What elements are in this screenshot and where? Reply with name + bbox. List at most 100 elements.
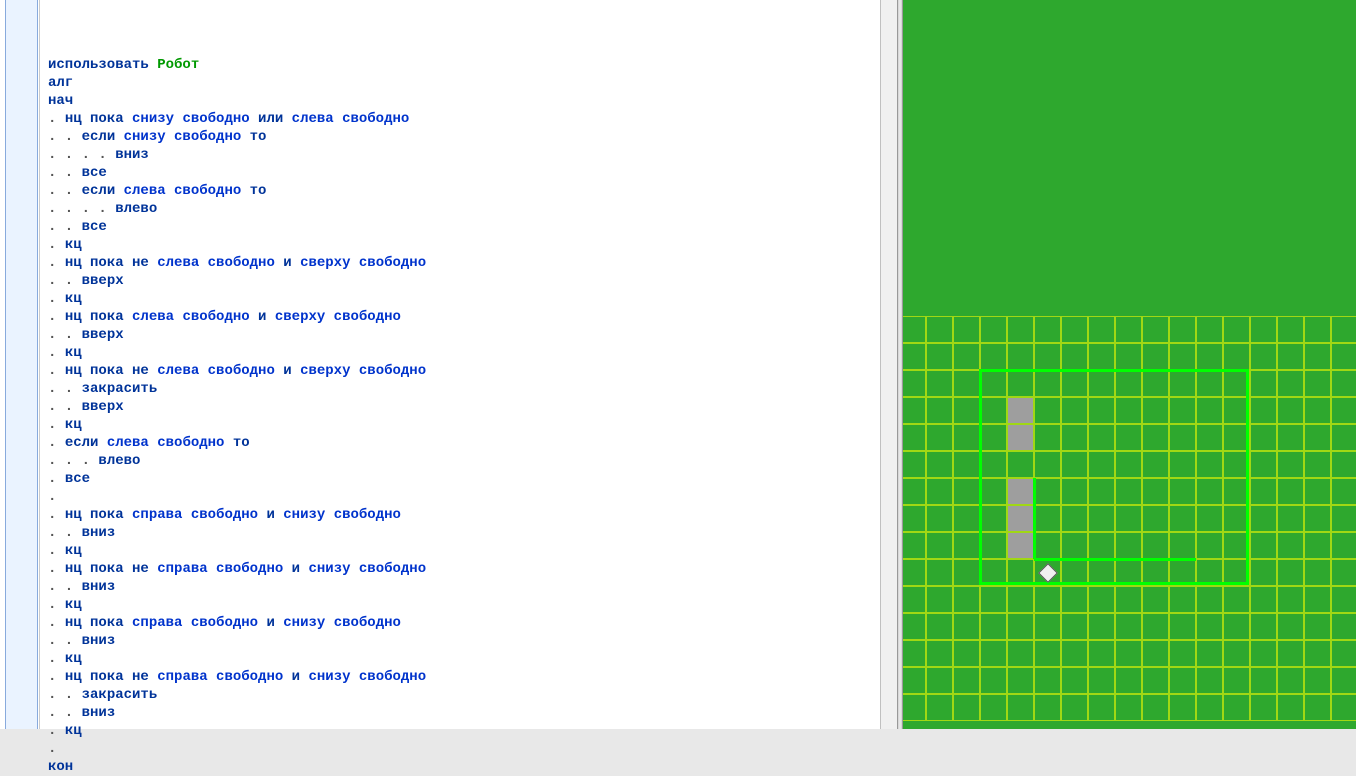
grid-cell <box>1277 451 1304 478</box>
grid-cell <box>1034 316 1061 343</box>
code-line[interactable]: . кц <box>48 344 880 362</box>
token-cond: справа свободно <box>132 507 258 523</box>
token-dot: . <box>48 669 65 685</box>
token-dot: . . <box>48 273 82 289</box>
code-line[interactable]: . нц пока не слева свободно и сверху сво… <box>48 254 880 272</box>
grid-cell <box>1142 694 1169 721</box>
code-line[interactable]: . . вниз <box>48 578 880 596</box>
code-line[interactable]: . . закрасить <box>48 686 880 704</box>
code-line[interactable]: . нц пока не справа свободно и снизу сво… <box>48 668 880 686</box>
code-line[interactable]: . . если слева свободно то <box>48 182 880 200</box>
code-line[interactable]: . <box>48 740 880 758</box>
token-dot: . <box>48 435 65 451</box>
grid-cell <box>953 640 980 667</box>
code-line[interactable]: . нц пока справа свободно и снизу свобод… <box>48 614 880 632</box>
code-line[interactable]: . . вниз <box>48 704 880 722</box>
code-line[interactable]: . . все <box>48 218 880 236</box>
code-line[interactable]: кон <box>48 758 880 776</box>
code-line[interactable]: . нц пока слева свободно и сверху свобод… <box>48 308 880 326</box>
code-line[interactable]: . кц <box>48 722 880 740</box>
grid-cell <box>1223 343 1250 370</box>
grid-cell <box>953 451 980 478</box>
code-line[interactable]: . . если снизу свободно то <box>48 128 880 146</box>
grid-cell <box>1331 586 1356 613</box>
code-line[interactable]: . кц <box>48 290 880 308</box>
token-cond: снизу свободно <box>132 111 250 127</box>
token-dot: . <box>48 489 65 505</box>
code-line[interactable]: . . вверх <box>48 272 880 290</box>
code-line[interactable]: . . . . вниз <box>48 146 880 164</box>
code-line[interactable]: . нц пока не слева свободно и сверху сво… <box>48 362 880 380</box>
code-line[interactable]: . . . . влево <box>48 200 880 218</box>
token-cond: слева свободно <box>157 363 275 379</box>
token-dot: . <box>48 291 65 307</box>
code-line[interactable]: . все <box>48 470 880 488</box>
grid-cell <box>1250 667 1277 694</box>
grid-cell <box>1331 424 1356 451</box>
code-line[interactable]: . . вниз <box>48 524 880 542</box>
grid-cell <box>926 640 953 667</box>
grid-cell <box>1169 586 1196 613</box>
code-line[interactable]: . . вниз <box>48 632 880 650</box>
code-line[interactable]: . кц <box>48 596 880 614</box>
grid-cell <box>980 316 1007 343</box>
grid-cell <box>1034 343 1061 370</box>
grid-cell <box>903 478 926 505</box>
grid-cell <box>953 694 980 721</box>
code-line[interactable]: . <box>48 488 880 506</box>
token-dot: . <box>48 615 65 631</box>
code-line[interactable]: . кц <box>48 542 880 560</box>
grid-cell <box>1061 343 1088 370</box>
token-cond: сверху свободно <box>275 309 401 325</box>
grid-cell <box>953 316 980 343</box>
code-line[interactable]: . . закрасить <box>48 380 880 398</box>
token-kw: то <box>241 183 266 199</box>
code-line[interactable]: . . вверх <box>48 326 880 344</box>
code-line[interactable]: . . вверх <box>48 398 880 416</box>
code-line[interactable]: . нц пока справа свободно и снизу свобод… <box>48 506 880 524</box>
code-line[interactable]: . кц <box>48 650 880 668</box>
code-line[interactable]: алг <box>48 74 880 92</box>
grid-cell <box>926 694 953 721</box>
grid-cell <box>1277 532 1304 559</box>
grid-cell <box>1304 316 1331 343</box>
grid-cell <box>1034 667 1061 694</box>
grid-cell <box>1088 667 1115 694</box>
code-line[interactable]: . . все <box>48 164 880 182</box>
grid-cell <box>1304 586 1331 613</box>
grid-cell <box>1196 613 1223 640</box>
token-kw: нач <box>48 93 73 109</box>
code-line[interactable]: . нц пока не справа свободно и снизу сво… <box>48 560 880 578</box>
robot-field[interactable] <box>953 370 1331 667</box>
grid-cell <box>1277 667 1304 694</box>
code-line[interactable]: . если слева свободно то <box>48 434 880 452</box>
code-line[interactable]: . . . влево <box>48 452 880 470</box>
code-line[interactable]: использовать Робот <box>48 56 880 74</box>
grid-cell <box>1088 613 1115 640</box>
code-line[interactable]: . кц <box>48 236 880 254</box>
grid-cell <box>1007 613 1034 640</box>
grid-cell <box>903 505 926 532</box>
grid-cell <box>1196 640 1223 667</box>
token-kw: вниз <box>82 525 116 541</box>
code-line[interactable]: нач <box>48 92 880 110</box>
grid-cell <box>1115 694 1142 721</box>
code-line[interactable]: . кц <box>48 416 880 434</box>
grid-cell <box>980 343 1007 370</box>
inner-wall <box>1033 478 1036 559</box>
token-kw: закрасить <box>82 381 158 397</box>
token-dot: . . <box>48 219 82 235</box>
editor-scrollbar[interactable] <box>880 0 897 729</box>
grid-cell <box>1250 532 1277 559</box>
token-dot: . <box>48 255 65 271</box>
grid-cell <box>1250 586 1277 613</box>
code-area[interactable]: использовать Роботалгнач. нц пока снизу … <box>40 0 880 729</box>
grid-cell <box>980 613 1007 640</box>
token-kw: кц <box>65 651 82 667</box>
grid-cell <box>903 613 926 640</box>
code-line[interactable]: . нц пока снизу свободно или слева свобо… <box>48 110 880 128</box>
token-dot: . . . <box>48 453 98 469</box>
grid-cell <box>903 640 926 667</box>
token-cond: справа свободно <box>157 669 283 685</box>
token-kw: вверх <box>82 327 124 343</box>
